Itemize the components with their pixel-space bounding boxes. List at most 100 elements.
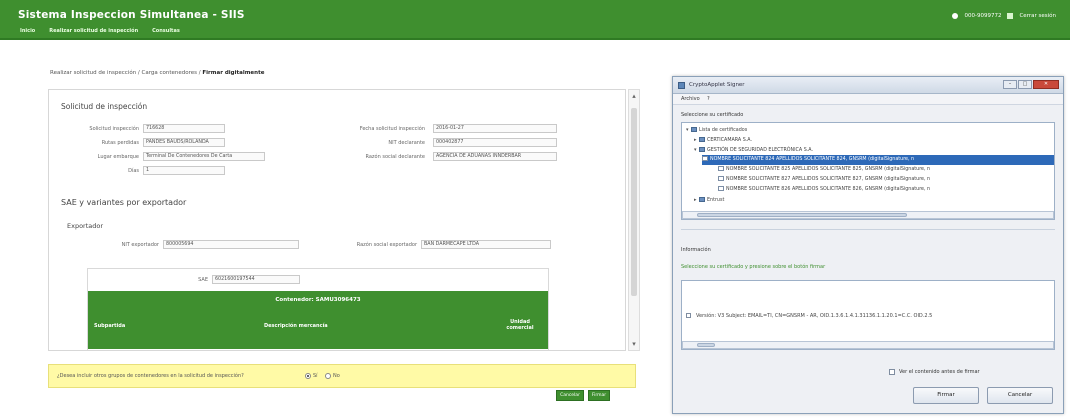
field-dias[interactable]: 1 [143,166,225,175]
view-content-label[interactable]: Ver el contenido antes de firmar [899,369,980,375]
cert-item[interactable]: NOMBRE SOLICITANTE 827 APELLIDOS SOLICIT… [718,175,930,185]
cert-label: NOMBRE SOLICITANTE 825 APELLIDOS SOLICIT… [726,167,931,172]
dialog-menubar: Archivo ? [673,94,1063,105]
tree-issuer-entrust[interactable]: ▸ Entrust [694,195,724,205]
field-label-fecha: Fecha solicitud inspección [359,126,425,132]
app-title: Sistema Inspeccion Simultanea - SIIS [18,9,245,21]
tree-hscrollbar[interactable] [682,211,1054,219]
field-label-dias: Días [128,168,139,174]
radio-no[interactable] [325,373,331,379]
menu-archivo[interactable]: Archivo [681,96,700,102]
inspection-form: Solicitud de inspección Solicitud inspec… [48,89,626,351]
field-razon-exportador[interactable]: BAN DARMECAPE LTDA [421,240,551,249]
user-icon [952,13,959,19]
menu-help[interactable]: ? [707,96,710,102]
field-rutas[interactable]: PANDES BAUDS/ROLANDA [143,138,225,147]
cert-label: NOMBRE SOLICITANTE 826 APELLIDOS SOLICIT… [726,187,931,192]
user-area: 000-9099772 Cerrar sesión [952,13,1056,19]
logout-link[interactable]: Cerrar sesión [1019,13,1056,19]
tree-issuer-certicamara[interactable]: ▸ CERTICAMARA S.A. [694,135,752,145]
certificate-icon [718,176,724,181]
cert-item[interactable]: NOMBRE SOLICITANTE 826 APELLIDOS SOLICIT… [718,185,930,195]
breadcrumb-current: Firmar digitalmente [202,70,265,76]
dialog-title: CryptoApplet Signer [689,82,745,88]
field-fecha[interactable]: 2016-01-27 [433,124,557,133]
col-descripcion: Descripción mercancía [264,323,328,329]
info-hscrollbar[interactable] [682,341,1054,349]
cancel-button[interactable]: Cancelar [556,390,584,401]
scroll-up-icon[interactable]: ▴ [630,92,638,100]
section-title-sae: SAE y variantes por exportador [61,198,187,207]
certificate-tree: ▾ Lista de certificados ▸ CERTICAMARA S.A.… [681,122,1055,220]
cert-item-selected[interactable]: NOMBRE SOLICITANTE 824 APELLIDOS SOLICIT… [702,155,1054,165]
menu-item-inicio[interactable]: Inicio [20,28,35,34]
field-label-rutas: Rutas perdidas [101,140,139,146]
folder-icon [699,137,705,142]
field-lugar[interactable]: Terminal De Contenedores De Carta [143,152,265,161]
select-cert-label: Seleccione su certificado [681,112,744,118]
certificate-icon [718,186,724,191]
issuer-label: CERTICAMARA S.A. [707,138,752,143]
main-scrollbar[interactable]: ▴ ▾ [628,89,640,351]
user-id[interactable]: 000-9099772 [964,13,1001,19]
col-unidad: Unidad comercial [506,319,534,331]
menu-item-consultas[interactable]: Consultas [152,28,180,34]
field-label-lugar: Lugar embarque [97,154,139,160]
info-label: Información [681,247,711,253]
applet-icon [678,82,685,89]
field-nit-exportador[interactable]: 800005694 [163,240,299,249]
folder-icon [699,197,705,202]
app-header: Sistema Inspeccion Simultanea - SIIS Ini… [0,0,1070,40]
tree-hscroll-thumb[interactable] [697,213,907,217]
minimize-icon[interactable]: – [1003,80,1017,89]
exporter-title: Exportador [67,222,104,230]
hint-text: Seleccione su certificado y presione sob… [681,264,826,270]
field-label-nit: NIT declarante [388,140,425,146]
view-content-checkbox[interactable] [889,369,895,375]
prompt-question: ¿Desea incluir otros grupos de contenedo… [57,373,244,379]
certificate-icon [702,156,708,161]
cert-label: NOMBRE SOLICITANTE 824 APELLIDOS SOLICIT… [710,157,915,162]
radio-yes[interactable] [305,373,311,379]
folder-icon [699,147,705,152]
radio-yes-label[interactable]: Sí [313,373,318,379]
dialog-sign-button[interactable]: Firmar [913,387,979,404]
field-sae[interactable]: 6021600197544 [212,275,300,284]
certificate-icon [718,166,724,171]
field-razon[interactable]: AGENCIA DE ADUANAS INNDERBAR [433,152,557,161]
logout-icon [1007,13,1014,19]
close-icon[interactable]: ✕ [1033,80,1059,89]
field-label-solicitud: Solicitud inspección [89,126,139,132]
certificate-details: Versión: V3 Subject: EMAIL=TI, CN=GNSRM … [696,313,933,319]
maximize-icon[interactable]: □ [1018,80,1032,89]
scroll-thumb[interactable] [631,108,637,296]
scroll-down-icon[interactable]: ▾ [630,340,638,348]
main-menu: Inicio Realizar solicitud de inspección … [20,28,180,34]
menu-item-solicitud[interactable]: Realizar solicitud de inspección [49,28,138,34]
issuer-label: Entrust [707,198,725,203]
divider [681,229,1055,230]
cert-label: NOMBRE SOLICITANTE 827 APELLIDOS SOLICIT… [726,177,931,182]
dialog-cancel-button[interactable]: Cancelar [987,387,1053,404]
field-solicitud[interactable]: 716628 [143,124,225,133]
cert-item[interactable]: NOMBRE SOLICITANTE 825 APELLIDOS SOLICIT… [718,165,930,175]
tree-issuer-gse[interactable]: ▾ GESTIÓN DE SEGURIDAD ELECTRÓNICA S.A. [694,145,813,155]
cryptoapplet-dialog: CryptoApplet Signer – □ ✕ Archivo ? Sele… [672,76,1064,414]
include-more-prompt: ¿Desea incluir otros grupos de contenedo… [48,364,636,388]
container-title: Contenedor: SAMU3096473 [275,297,361,303]
field-label-razon-exportador: Razón social exportador [356,242,417,248]
sae-panel: SAE 6021600197544 Contenedor: SAMU309647… [87,268,549,350]
tree-root[interactable]: ▾ Lista de certificados [686,125,747,135]
field-nit[interactable]: 000402877 [433,138,557,147]
breadcrumb-path[interactable]: Realizar solicitud de inspección / Carga… [50,70,202,76]
folder-icon [691,127,697,132]
info-expand-icon[interactable] [686,313,691,318]
field-label-sae: SAE [198,277,208,283]
certificate-info-box[interactable]: Versión: V3 Subject: EMAIL=TI, CN=GNSRM … [681,280,1055,350]
radio-no-label[interactable]: No [333,373,340,379]
info-hscroll-thumb[interactable] [697,343,715,347]
sign-button[interactable]: Firmar [588,390,610,401]
dialog-titlebar[interactable]: CryptoApplet Signer – □ ✕ [673,77,1063,94]
breadcrumb: Realizar solicitud de inspección / Carga… [50,70,264,76]
issuer-label: GESTIÓN DE SEGURIDAD ELECTRÓNICA S.A. [707,148,814,153]
